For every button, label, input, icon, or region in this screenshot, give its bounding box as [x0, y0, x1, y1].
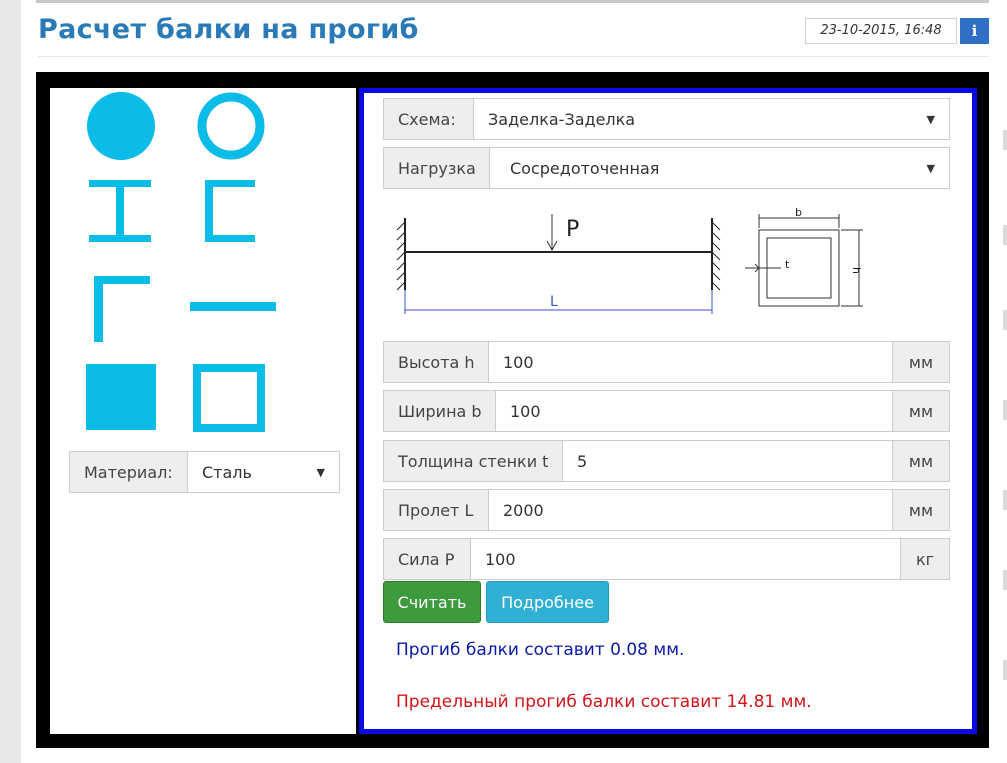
material-value: Сталь: [202, 462, 252, 482]
round-bar-icon[interactable]: [86, 91, 156, 161]
square-tube-icon[interactable]: [193, 364, 265, 432]
width-unit: мм: [893, 390, 950, 432]
height-label: h: [850, 267, 863, 274]
load-select-group: Нагрузка Сосредоточенная ▼: [383, 147, 950, 189]
width-label: b: [795, 206, 802, 219]
load-select[interactable]: Сосредоточенная ▼: [490, 147, 950, 189]
scheme-select-group: Схема: Заделка-Заделка ▼: [383, 98, 950, 140]
wall-value: 5: [577, 451, 588, 471]
wall-input[interactable]: 5: [563, 440, 893, 482]
span-label: L: [550, 294, 558, 310]
cross-section-diagram: b h t: [741, 204, 871, 312]
scheme-value: Заделка-Заделка: [488, 109, 636, 129]
info-button[interactable]: i: [960, 18, 989, 44]
chevron-down-icon: ▼: [316, 465, 325, 479]
force-label: P: [566, 217, 579, 242]
width-input[interactable]: 100: [496, 390, 893, 432]
wall-label: Толщина стенки t: [383, 440, 563, 482]
limit-deflection-result: Предельный прогиб балки составит 14.81 м…: [396, 692, 812, 712]
span-input[interactable]: 2000: [489, 489, 893, 531]
force-input[interactable]: 100: [471, 538, 901, 580]
title-divider: [38, 56, 989, 57]
material-select[interactable]: Сталь ▼: [188, 451, 340, 493]
height-input-group: Высота h 100 мм: [383, 341, 950, 383]
force-unit: кг: [901, 538, 950, 580]
left-gutter: [0, 0, 21, 763]
calculate-button[interactable]: Считать: [383, 581, 481, 623]
timestamp: 23-10-2015, 16:48: [805, 18, 957, 44]
wall-unit: мм: [893, 440, 950, 482]
load-label: Нагрузка: [383, 147, 490, 189]
scheme-select[interactable]: Заделка-Заделка ▼: [474, 98, 950, 140]
height-input[interactable]: 100: [489, 341, 893, 383]
span-unit: мм: [893, 489, 950, 531]
material-label: Материал:: [69, 451, 188, 493]
material-select-group: Материал: Сталь ▼: [69, 451, 340, 493]
width-value: 100: [510, 401, 541, 421]
force-input-group: Сила P 100 кг: [383, 538, 950, 580]
height-unit: мм: [893, 341, 950, 383]
width-input-group: Ширина b 100 мм: [383, 390, 950, 432]
span-label: Пролет L: [383, 489, 489, 531]
beam-scheme-diagram: P L: [394, 200, 724, 320]
force-value: 100: [485, 549, 516, 569]
angle-icon[interactable]: [94, 276, 150, 342]
wall-input-group: Толщина стенки t 5 мм: [383, 440, 950, 482]
chevron-down-icon: ▼: [926, 112, 935, 126]
load-value: Сосредоточенная: [510, 158, 660, 178]
chevron-down-icon: ▼: [926, 161, 935, 175]
page-scroll-edge: [1001, 110, 1007, 763]
square-bar-icon[interactable]: [86, 364, 156, 430]
channel-icon[interactable]: [205, 180, 255, 242]
top-rule: [36, 0, 989, 3]
span-value: 2000: [503, 500, 544, 520]
deflection-result: Прогиб балки составит 0.08 мм.: [396, 640, 685, 660]
round-tube-icon[interactable]: [196, 91, 266, 161]
details-button[interactable]: Подробнее: [486, 581, 609, 623]
width-label: Ширина b: [383, 390, 496, 432]
i-beam-icon[interactable]: [89, 180, 151, 242]
scheme-label: Схема:: [383, 98, 474, 140]
height-value: 100: [503, 352, 534, 372]
force-label: Сила P: [383, 538, 471, 580]
height-label: Высота h: [383, 341, 489, 383]
page-title: Расчет балки на прогиб: [38, 14, 419, 45]
span-input-group: Пролет L 2000 мм: [383, 489, 950, 531]
wall-label: t: [785, 258, 790, 271]
flat-bar-icon[interactable]: [190, 302, 276, 311]
